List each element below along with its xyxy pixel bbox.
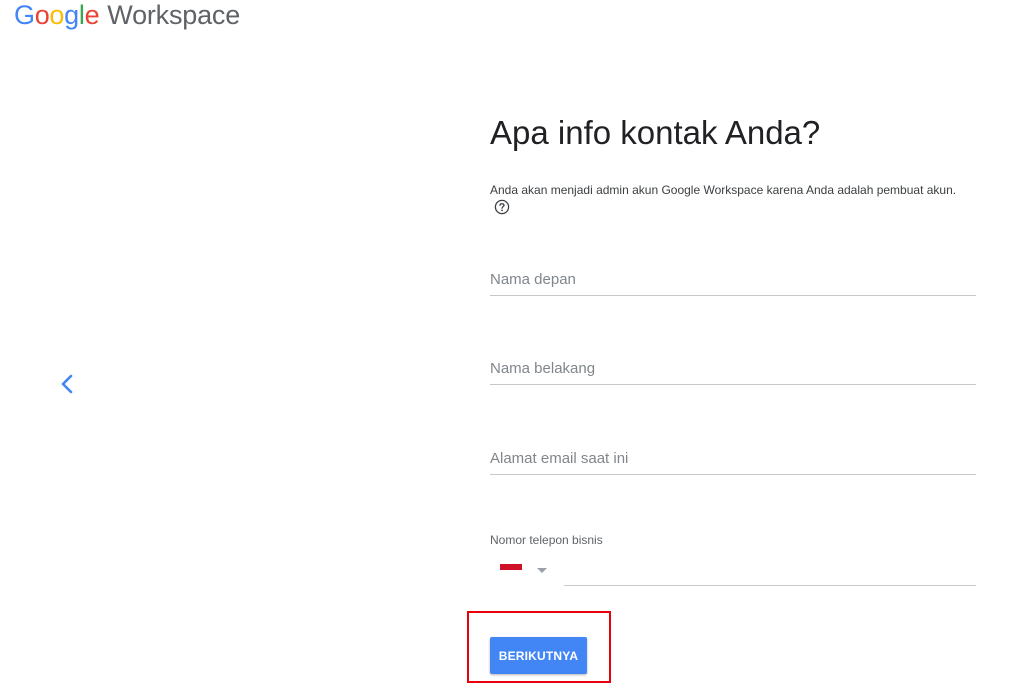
back-button[interactable] [56,372,78,396]
page-subtitle: Anda akan menjadi admin akun Google Work… [490,180,960,224]
last-name-input[interactable] [490,354,976,382]
phone-field [564,556,976,586]
country-code-select[interactable] [500,560,554,580]
first-name-input[interactable] [490,265,976,293]
chevron-left-icon [61,374,73,394]
email-input[interactable] [490,444,976,472]
help-circle-icon[interactable] [494,199,510,222]
page-title: Apa info kontak Anda? [490,114,821,151]
first-name-field [490,265,976,296]
last-name-field [490,354,976,385]
indonesia-flag-icon [500,564,522,576]
next-button[interactable]: BERIKUTNYA [490,637,587,674]
product-name: Workspace [107,0,241,30]
phone-input[interactable] [564,556,976,584]
caret-down-icon [537,567,547,573]
phone-label: Nomor telepon bisnis [490,533,603,547]
email-field [490,444,976,475]
subtitle-text: Anda akan menjadi admin akun Google Work… [490,183,957,197]
google-wordmark: Google [14,0,100,30]
google-workspace-logo: Google Workspace [14,0,240,36]
